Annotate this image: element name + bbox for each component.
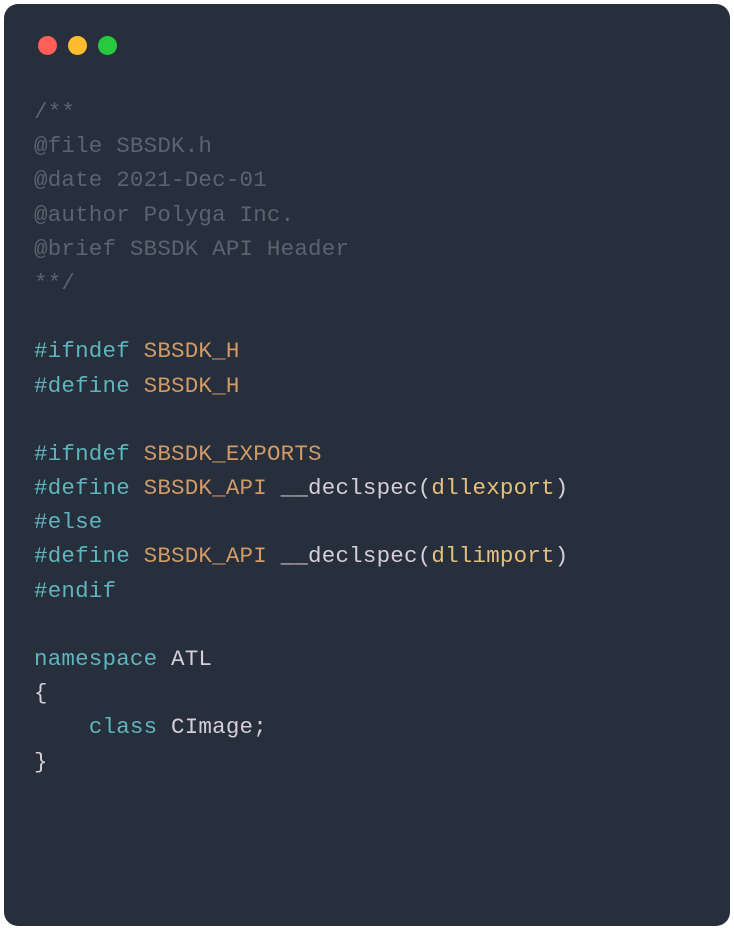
macro-name: SBSDK_API (130, 543, 281, 569)
attribute: dllimport (431, 543, 554, 569)
preproc-directive: #define (34, 373, 130, 399)
paren: ( (418, 543, 432, 569)
paren: ( (418, 475, 432, 501)
code-editor: /** @file SBSDK.h @date 2021-Dec-01 @aut… (4, 55, 730, 799)
titlebar (4, 4, 730, 55)
preproc-directive: #ifndef (34, 338, 130, 364)
paren: ) (555, 543, 569, 569)
comment-line: **/ (34, 270, 75, 296)
function: __declspec (281, 543, 418, 569)
code-window: /** @file SBSDK.h @date 2021-Dec-01 @aut… (4, 4, 730, 926)
comment-line: /** (34, 99, 75, 125)
indent (34, 714, 89, 740)
brace: } (34, 749, 48, 775)
identifier: ATL (157, 646, 212, 672)
macro-name: SBSDK_H (130, 373, 240, 399)
preproc-directive: #else (34, 509, 103, 535)
minimize-icon[interactable] (68, 36, 87, 55)
comment-line: @author Polyga Inc. (34, 202, 294, 228)
maximize-icon[interactable] (98, 36, 117, 55)
brace: { (34, 680, 48, 706)
keyword-namespace: namespace (34, 646, 157, 672)
close-icon[interactable] (38, 36, 57, 55)
attribute: dllexport (431, 475, 554, 501)
macro-name: SBSDK_H (130, 338, 240, 364)
paren: ) (555, 475, 569, 501)
keyword-class: class (89, 714, 158, 740)
preproc-directive: #define (34, 475, 130, 501)
comment-line: @file SBSDK.h (34, 133, 212, 159)
comment-line: @brief SBSDK API Header (34, 236, 349, 262)
preproc-directive: #ifndef (34, 441, 130, 467)
macro-name: SBSDK_EXPORTS (130, 441, 322, 467)
preproc-directive: #define (34, 543, 130, 569)
identifier: CImage; (157, 714, 267, 740)
preproc-directive: #endif (34, 578, 116, 604)
comment-line: @date 2021-Dec-01 (34, 167, 267, 193)
macro-name: SBSDK_API (130, 475, 281, 501)
function: __declspec (281, 475, 418, 501)
